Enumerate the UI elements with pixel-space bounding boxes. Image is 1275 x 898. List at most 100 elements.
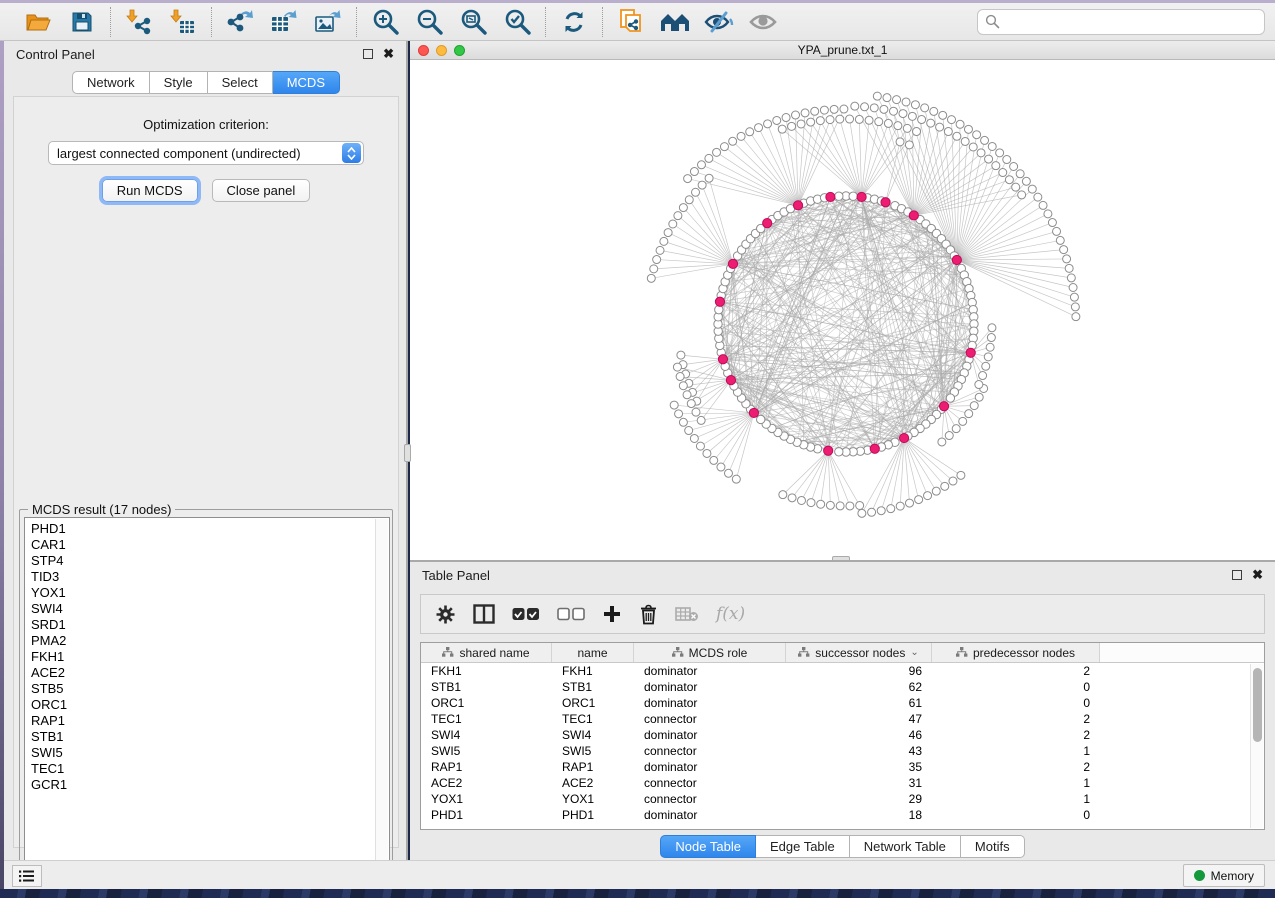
graph-mcds-hub-node[interactable]: [952, 255, 961, 264]
mcds-result-item[interactable]: SRD1: [31, 617, 389, 633]
tab-style[interactable]: Style: [150, 71, 208, 94]
graph-leaf-node[interactable]: [1056, 236, 1064, 244]
column-header-predecessor-nodes[interactable]: predecessor nodes: [932, 643, 1100, 662]
graph-leaf-node[interactable]: [807, 499, 815, 507]
table-cell[interactable]: connector: [634, 791, 786, 807]
graph-leaf-node[interactable]: [1072, 313, 1080, 321]
select-all-checkboxes-icon[interactable]: [512, 607, 540, 621]
graph-leaf-node[interactable]: [893, 96, 901, 104]
vertical-splitter-handle[interactable]: [404, 444, 411, 462]
mcds-result-item[interactable]: RAP1: [31, 713, 389, 729]
close-panel-icon[interactable]: ✖: [383, 49, 394, 59]
zoom-out-icon[interactable]: [414, 7, 444, 37]
graph-leaf-node[interactable]: [908, 112, 916, 120]
graph-mcds-hub-node[interactable]: [939, 402, 948, 411]
graph-leaf-node[interactable]: [979, 372, 987, 380]
graph-leaf-node[interactable]: [896, 502, 904, 510]
graph-leaf-node[interactable]: [905, 141, 913, 149]
graph-leaf-node[interactable]: [902, 98, 910, 106]
graph-leaf-node[interactable]: [1070, 293, 1078, 301]
table-cell[interactable]: TEC1: [421, 711, 552, 727]
graph-leaf-node[interactable]: [675, 410, 683, 418]
graph-leaf-node[interactable]: [956, 120, 964, 128]
graph-leaf-node[interactable]: [676, 373, 684, 381]
graph-leaf-node[interactable]: [773, 116, 781, 124]
mcds-result-item[interactable]: SWI4: [31, 601, 389, 617]
close-panel-icon[interactable]: ✖: [1252, 570, 1263, 580]
table-row[interactable]: YOX1YOX1connector291: [421, 791, 1249, 807]
save-session-icon[interactable]: [67, 7, 97, 37]
graph-leaf-node[interactable]: [851, 102, 859, 110]
mcds-result-item[interactable]: PHD1: [31, 521, 389, 537]
graph-leaf-node[interactable]: [656, 246, 664, 254]
graph-leaf-node[interactable]: [737, 132, 745, 140]
graph-leaf-node[interactable]: [692, 188, 700, 196]
graph-leaf-node[interactable]: [896, 138, 904, 146]
graph-leaf-node[interactable]: [959, 417, 967, 425]
graph-leaf-node[interactable]: [969, 143, 977, 151]
network-graph-canvas[interactable]: [410, 60, 1275, 559]
table-cell[interactable]: FKH1: [421, 663, 552, 679]
graph-leaf-node[interactable]: [696, 442, 704, 450]
graph-leaf-node[interactable]: [764, 120, 772, 128]
export-network-icon[interactable]: [225, 7, 255, 37]
graph-leaf-node[interactable]: [679, 204, 687, 212]
table-row[interactable]: PHD1PHD1dominator180: [421, 807, 1249, 823]
graph-leaf-node[interactable]: [677, 351, 685, 359]
import-table-icon[interactable]: [168, 7, 198, 37]
panel-list-button[interactable]: [12, 865, 42, 887]
graph-leaf-node[interactable]: [877, 507, 885, 515]
mcds-result-item[interactable]: SWI5: [31, 745, 389, 761]
graph-leaf-node[interactable]: [705, 154, 713, 162]
graph-leaf-node[interactable]: [698, 181, 706, 189]
graph-leaf-node[interactable]: [858, 509, 866, 517]
table-cell[interactable]: dominator: [634, 759, 786, 775]
graph-node[interactable]: [835, 192, 843, 200]
graph-leaf-node[interactable]: [973, 131, 981, 139]
zoom-in-icon[interactable]: [370, 7, 400, 37]
graph-leaf-node[interactable]: [992, 162, 1000, 170]
graph-leaf-node[interactable]: [779, 491, 787, 499]
graph-leaf-node[interactable]: [883, 94, 891, 102]
graph-leaf-node[interactable]: [664, 229, 672, 237]
column-header-successor-nodes[interactable]: successor nodes⌄: [786, 643, 932, 662]
run-mcds-button[interactable]: Run MCDS: [102, 179, 198, 202]
tab-node-table[interactable]: Node Table: [660, 835, 756, 858]
graph-leaf-node[interactable]: [927, 119, 935, 127]
graph-leaf-node[interactable]: [660, 237, 668, 245]
criterion-dropdown[interactable]: largest connected component (undirected): [48, 141, 364, 165]
search-field[interactable]: [977, 9, 1265, 35]
graph-leaf-node[interactable]: [788, 122, 796, 130]
graph-leaf-node[interactable]: [887, 505, 895, 513]
graph-mcds-hub-node[interactable]: [881, 198, 890, 207]
table-cell[interactable]: ORC1: [421, 695, 552, 711]
graph-leaf-node[interactable]: [1044, 210, 1052, 218]
graph-mcds-hub-node[interactable]: [715, 297, 724, 306]
graph-mcds-hub-node[interactable]: [870, 444, 879, 453]
network-window-titlebar[interactable]: YPA_prune.txt_1: [410, 41, 1275, 60]
table-row[interactable]: FKH1FKH1dominator962: [421, 663, 1249, 679]
tab-motifs[interactable]: Motifs: [961, 835, 1025, 858]
refresh-view-icon[interactable]: [559, 7, 589, 37]
graph-leaf-node[interactable]: [899, 110, 907, 118]
graph-mcds-hub-node[interactable]: [793, 201, 802, 210]
graph-leaf-node[interactable]: [717, 463, 725, 471]
graph-leaf-node[interactable]: [826, 501, 834, 509]
function-builder-icon[interactable]: f(x): [716, 604, 745, 624]
table-cell[interactable]: 61: [786, 695, 932, 711]
graph-leaf-node[interactable]: [932, 487, 940, 495]
mcds-result-item[interactable]: STB5: [31, 681, 389, 697]
graph-leaf-node[interactable]: [855, 115, 863, 123]
table-cell[interactable]: SWI5: [552, 743, 634, 759]
graph-leaf-node[interactable]: [679, 382, 687, 390]
table-row[interactable]: SWI5SWI5connector431: [421, 743, 1249, 759]
mcds-result-item[interactable]: YOX1: [31, 585, 389, 601]
graph-mcds-hub-node[interactable]: [824, 446, 833, 455]
graph-leaf-node[interactable]: [710, 456, 718, 464]
graph-leaf-node[interactable]: [836, 115, 844, 123]
graph-leaf-node[interactable]: [690, 168, 698, 176]
graph-leaf-node[interactable]: [1067, 274, 1075, 282]
table-cell[interactable]: ORC1: [552, 695, 634, 711]
graph-leaf-node[interactable]: [673, 363, 681, 371]
graph-leaf-node[interactable]: [975, 393, 983, 401]
